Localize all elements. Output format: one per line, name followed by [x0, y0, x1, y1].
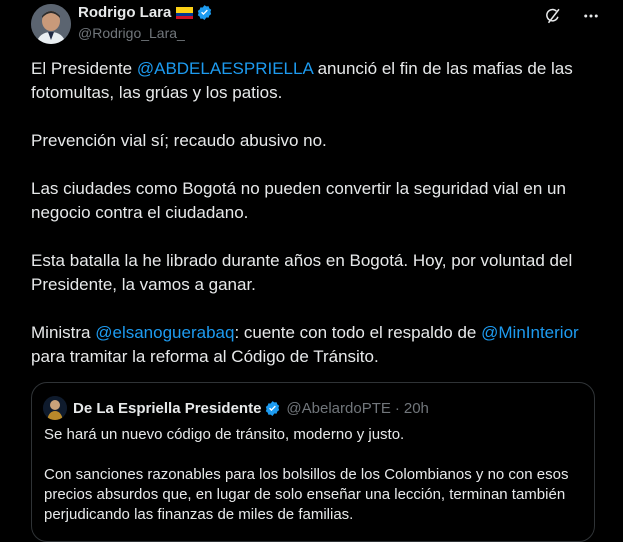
author-display-name[interactable]: Rodrigo Lara — [78, 4, 171, 21]
colombia-flag-icon — [176, 6, 194, 19]
separator-dot: · — [394, 399, 400, 417]
quoted-author-handle[interactable]: @AbelardoPTE — [286, 400, 390, 417]
quoted-post-body: Se hará un nuevo código de tránsito, mod… — [44, 425, 584, 525]
quoted-post-header: De La Espriella Presidente @AbelardoPTE … — [43, 396, 429, 420]
author-name-row: Rodrigo Lara — [78, 4, 213, 21]
post-text: Ministra — [31, 323, 96, 342]
post-paragraph: Las ciudades como Bogotá no pueden conve… — [31, 179, 566, 222]
quoted-author-name[interactable]: De La Espriella Presidente — [73, 400, 261, 417]
post-paragraph: El Presidente @ABDELAESPRIELLA anunció e… — [31, 57, 601, 105]
quoted-post[interactable]: De La Espriella Presidente @AbelardoPTE … — [31, 382, 595, 542]
mention-link[interactable]: @elsanoguerabaq — [95, 323, 234, 342]
post-text: El Presidente — [31, 59, 137, 78]
grok-icon[interactable] — [543, 6, 563, 26]
mention-link[interactable]: @ABDELAESPRIELLA — [137, 59, 313, 78]
quoted-post-time[interactable]: 20h — [404, 400, 429, 417]
post-paragraph: Prevención vial sí; recaudo abusivo no. — [31, 131, 327, 150]
quoted-paragraph: Con sanciones razonables para los bolsil… — [44, 466, 569, 523]
quoted-paragraph: Se hará un nuevo código de tránsito, mod… — [44, 426, 405, 443]
mention-link[interactable]: @MinInterior — [481, 323, 579, 342]
more-options-icon[interactable] — [581, 6, 601, 26]
author-avatar[interactable] — [31, 4, 71, 44]
author-handle[interactable]: @Rodrigo_Lara_ — [78, 25, 185, 41]
post-top-actions — [543, 6, 601, 26]
verified-badge-icon — [266, 400, 280, 416]
post-body: El Presidente @ABDELAESPRIELLA anunció e… — [31, 57, 601, 369]
post-paragraph: Esta batalla la he librado durante años … — [31, 251, 573, 294]
verified-badge-icon — [198, 5, 212, 20]
post-text: para tramitar la reforma al Código de Tr… — [31, 347, 379, 366]
quoted-author-avatar[interactable] — [43, 396, 67, 420]
post-text: : cuente con todo el respaldo de — [234, 323, 482, 342]
post-paragraph: Ministra @elsanoguerabaq: cuente con tod… — [31, 321, 601, 369]
